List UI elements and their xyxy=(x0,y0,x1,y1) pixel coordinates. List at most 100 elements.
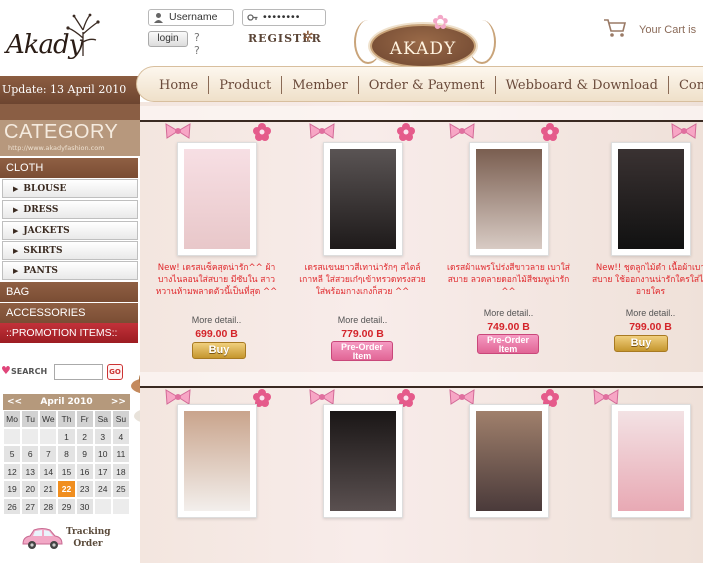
menu-accessories[interactable]: ACCESSORIES xyxy=(0,303,138,323)
calendar-day[interactable]: 6 xyxy=(21,445,40,463)
menu-promotion[interactable]: ::PROMOTION ITEMS:: xyxy=(0,323,138,343)
calendar-day[interactable]: 17 xyxy=(93,462,112,480)
more-detail-link[interactable]: More detail.. xyxy=(440,308,577,318)
product-photo[interactable] xyxy=(148,142,285,256)
brand-badge[interactable]: AKADY ✿ xyxy=(350,6,500,72)
buy-button[interactable]: Buy xyxy=(614,335,668,352)
calendar-prev-button[interactable]: << xyxy=(7,397,22,407)
cart-label: Your Cart is xyxy=(639,24,697,36)
calendar-day[interactable]: 2 xyxy=(75,427,94,445)
brand-oval: AKADY xyxy=(370,24,476,68)
menu-cloth[interactable]: CLOTH xyxy=(0,158,138,178)
calendar-day-header: We xyxy=(39,410,58,428)
calendar-day[interactable]: 15 xyxy=(57,462,76,480)
site-logo[interactable]: Akady xyxy=(4,8,104,62)
calendar-day[interactable]: 13 xyxy=(21,462,40,480)
calendar-day[interactable]: 4 xyxy=(111,427,130,445)
calendar-day[interactable]: 30 xyxy=(75,497,94,515)
arrow-right-icon: ▶ xyxy=(13,205,19,214)
calendar-day[interactable]: 3 xyxy=(93,427,112,445)
flower-icon xyxy=(541,123,559,141)
calendar-day[interactable]: 29 xyxy=(57,497,76,515)
product-photo[interactable] xyxy=(294,404,431,518)
more-detail-link[interactable]: More detail.. xyxy=(294,315,431,325)
product-image xyxy=(183,149,250,249)
nav-member[interactable]: Member xyxy=(282,78,358,93)
calendar-day[interactable]: 18 xyxy=(111,462,130,480)
nav-webboard-download[interactable]: Webboard & Download xyxy=(496,78,668,93)
calendar-day[interactable]: 19 xyxy=(3,480,22,498)
menu-blouse-label: BLOUSE xyxy=(23,184,67,194)
calendar-day xyxy=(3,427,22,445)
menu-skirts[interactable]: ▶ SKIRTS xyxy=(2,241,138,260)
nav-order-payment[interactable]: Order & Payment xyxy=(359,78,495,93)
login-button[interactable]: login xyxy=(148,31,188,47)
calendar-grid: Mo Tu We Th Fr Sa Su 1 2 3 4 5 6 7 8 9 10 11 12 13 14 15 16 17 1… xyxy=(3,410,130,515)
product-image xyxy=(183,411,250,511)
nav-home[interactable]: Home xyxy=(137,78,208,93)
menu-jackets[interactable]: ▶ JACKETS xyxy=(2,221,138,240)
nav-contact[interactable]: Contact xyxy=(669,78,703,93)
calendar-day[interactable]: 23 xyxy=(75,480,94,498)
calendar-day[interactable]: 16 xyxy=(75,462,94,480)
calendar-day-header: Fr xyxy=(75,410,94,428)
preorder-button[interactable]: Pre-Order Item xyxy=(477,334,539,354)
product-photo[interactable] xyxy=(582,404,703,518)
product-photo[interactable] xyxy=(148,404,285,518)
calendar-day[interactable]: 21 xyxy=(39,480,58,498)
brand-text: AKADY xyxy=(389,39,457,59)
more-detail-link[interactable]: More detail.. xyxy=(582,308,703,318)
search-input[interactable] xyxy=(54,364,103,380)
forgot-password-icon[interactable]: ? xyxy=(194,44,200,57)
tracking-order-link[interactable]: Tracking Order xyxy=(20,518,140,558)
product-photo[interactable] xyxy=(294,142,431,256)
calendar-day[interactable]: 28 xyxy=(39,497,58,515)
buy-button[interactable]: Buy xyxy=(192,342,246,359)
product-photo[interactable] xyxy=(582,142,703,256)
search-go-button[interactable]: GO xyxy=(107,364,123,380)
calendar-day[interactable]: 1 xyxy=(57,427,76,445)
calendar-day[interactable]: 5 xyxy=(3,445,22,463)
menu-dress[interactable]: ▶ DRESS xyxy=(2,200,138,219)
arrow-right-icon: ▶ xyxy=(13,266,19,275)
product-description[interactable]: New! เดรสแซ็คสุดน่ารัก^^ ผ้าบางไนลอนใส่ส… xyxy=(148,262,285,298)
product-description[interactable]: New!! ชุดลูกไม้ดำ เนื้อผ้าเบาสบาย ใช้ออก… xyxy=(582,262,703,298)
calendar-day[interactable]: 9 xyxy=(75,445,94,463)
menu-blouse[interactable]: ▶ BLOUSE xyxy=(2,179,138,198)
preorder-button[interactable]: Pre-Order Item xyxy=(331,341,393,361)
ribbon-bow-icon xyxy=(165,123,191,139)
menu-pants[interactable]: ▶ PANTS xyxy=(2,261,138,280)
calendar-today[interactable]: 22 xyxy=(57,480,76,498)
calendar-day[interactable]: 26 xyxy=(3,497,22,515)
main-nav: Home Product Member Order & Payment Webb… xyxy=(136,66,703,102)
product-photo[interactable] xyxy=(440,142,577,256)
product-image xyxy=(329,411,396,511)
calendar-day[interactable]: 7 xyxy=(39,445,58,463)
nav-product[interactable]: Product xyxy=(209,78,281,93)
calendar-next-button[interactable]: >> xyxy=(111,397,126,407)
register-star-icon: ✲ xyxy=(302,29,314,45)
calendar-day[interactable]: 20 xyxy=(21,480,40,498)
calendar-day[interactable]: 8 xyxy=(57,445,76,463)
arrow-right-icon: ▶ xyxy=(13,184,19,193)
menu-bag[interactable]: BAG xyxy=(0,282,138,302)
calendar-day[interactable]: 24 xyxy=(93,480,112,498)
calendar-day[interactable]: 12 xyxy=(3,462,22,480)
password-field[interactable]: •••••••• xyxy=(242,9,326,26)
category-header: CATEGORY http://www.akadyfashion.com xyxy=(0,120,140,156)
calendar-header: << April 2010 >> xyxy=(3,394,130,410)
calendar-day[interactable]: 11 xyxy=(111,445,130,463)
more-detail-link[interactable]: More detail.. xyxy=(148,315,285,325)
calendar-day[interactable]: 27 xyxy=(21,497,40,515)
product-description[interactable]: เดรสแขนยาวสีเทาน่ารักๆ สไตล์เกาหลี ใส่สว… xyxy=(294,262,431,298)
calendar-day[interactable]: 25 xyxy=(111,480,130,498)
username-field[interactable]: Username xyxy=(148,9,234,26)
user-icon xyxy=(154,13,163,23)
product-description[interactable]: เดรสผ้าแพรโปร่งสีขาวลาย เบาใส่สบาย ลวดลา… xyxy=(440,262,577,298)
help-icon[interactable]: ? xyxy=(194,31,200,44)
calendar-day[interactable]: 14 xyxy=(39,462,58,480)
help-icons[interactable]: ? ? xyxy=(194,31,200,57)
product-image xyxy=(329,149,396,249)
calendar-day[interactable]: 10 xyxy=(93,445,112,463)
product-photo[interactable] xyxy=(440,404,577,518)
